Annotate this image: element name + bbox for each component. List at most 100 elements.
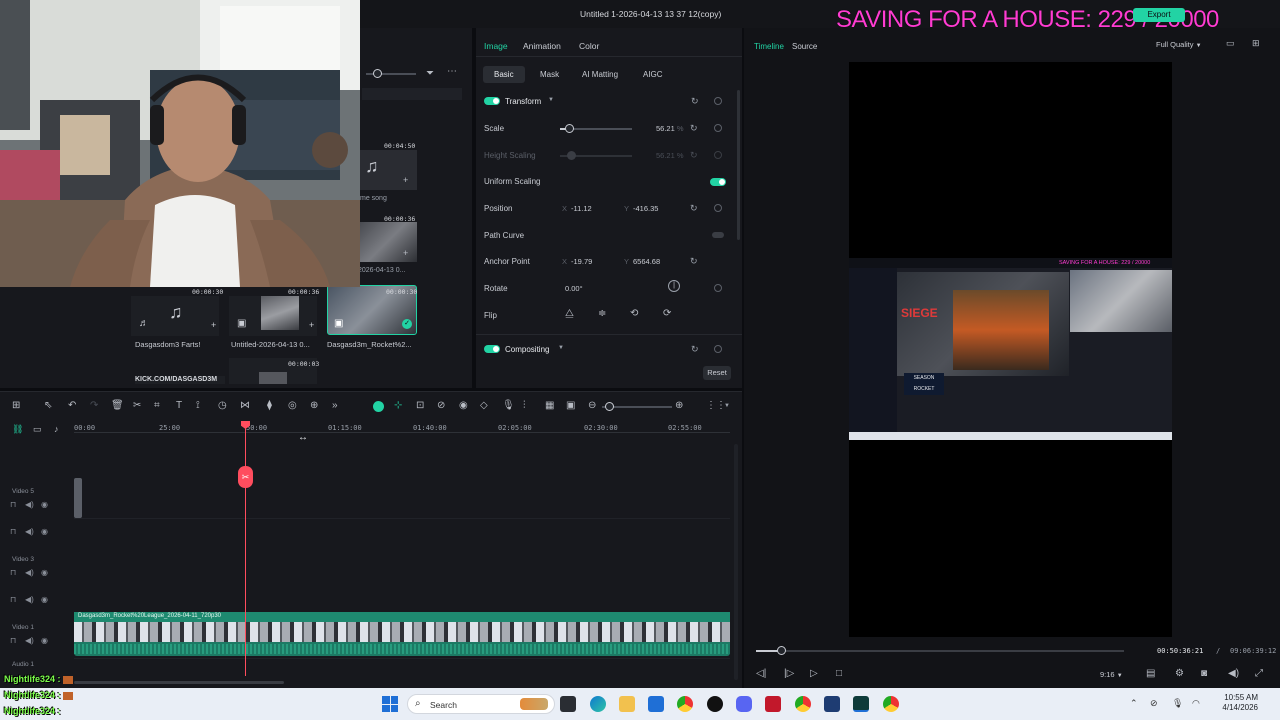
chevron-down-icon[interactable]: ▼ <box>558 345 564 351</box>
more-tools-icon[interactable]: » <box>332 400 338 411</box>
props-scrollbar[interactable] <box>737 90 740 240</box>
keyframe-tool-icon[interactable]: ⧫ <box>267 400 272 411</box>
add-track-icon[interactable]: ⛓ <box>12 424 23 435</box>
tab-animation[interactable]: Animation <box>523 41 561 51</box>
path-curve-toggle[interactable] <box>712 232 724 238</box>
eye-icon[interactable]: ◉ <box>41 595 48 604</box>
prev-frame-icon[interactable]: ◁| <box>756 668 766 679</box>
tray-chevron-icon[interactable]: ⌃ <box>1130 698 1138 709</box>
chevron-down-icon[interactable]: ▼ <box>548 97 554 103</box>
position-x-input[interactable]: X -11.12 <box>562 204 592 213</box>
reset-icon[interactable]: ↻ <box>690 204 699 213</box>
timeline-vscroll[interactable] <box>734 444 738 680</box>
transition-icon[interactable]: ⋈ <box>240 400 250 411</box>
chrome-alt-icon[interactable] <box>795 696 811 712</box>
select-tool-icon[interactable]: ⇖ <box>44 400 52 411</box>
rotate-dial-icon[interactable]: | <box>668 280 680 292</box>
chrome-profile-icon[interactable] <box>883 696 899 712</box>
video-clip[interactable]: Dasgasd3m_Rocket%20League_2026-04-11_720… <box>74 612 730 656</box>
track-manager-icon[interactable]: ▭ <box>33 424 42 435</box>
compositing-toggle[interactable] <box>484 345 500 353</box>
more-options-icon[interactable]: ⋯ <box>447 66 457 77</box>
subtab-mask[interactable]: Mask <box>540 70 559 79</box>
media-search-bar[interactable] <box>362 88 462 100</box>
reset-icon[interactable]: ↻ <box>690 257 699 266</box>
ai-tool-icon[interactable]: ◎ <box>288 400 297 411</box>
scale-slider-knob[interactable] <box>564 124 574 133</box>
app-red-icon[interactable] <box>765 696 781 712</box>
media-item-farts[interactable]: ♫ ♬ + <box>131 296 219 336</box>
mask-icon[interactable]: ◇ <box>480 400 488 411</box>
add-to-timeline-icon[interactable]: + <box>403 248 408 258</box>
media-item-untitled[interactable]: ▣ + <box>229 296 317 336</box>
next-frame-icon[interactable]: |▷ <box>784 668 794 679</box>
timeline-grid-icon[interactable]: ⋮⋮ <box>706 400 726 411</box>
play-icon[interactable]: ▷ <box>810 668 818 679</box>
mute-icon[interactable]: ◀) <box>25 527 34 536</box>
crop-icon[interactable]: ⌗ <box>154 400 160 411</box>
delete-icon[interactable]: 🗑 <box>111 400 124 411</box>
mic-tray-icon[interactable]: 🎙 <box>1172 698 1183 709</box>
zoom-slider-knob[interactable] <box>605 402 614 411</box>
reset-icon[interactable]: ↻ <box>691 97 700 106</box>
undo-icon[interactable]: ↶ <box>68 400 76 411</box>
subtab-ai-matting[interactable]: AI Matting <box>582 70 618 79</box>
stabilize-icon[interactable]: ◉ <box>459 400 468 411</box>
split-icon[interactable]: ✂ <box>133 400 141 411</box>
aspect-select[interactable]: 9:16 ▼ <box>1100 670 1123 679</box>
text-icon[interactable]: T <box>176 400 182 411</box>
task-view-icon[interactable] <box>560 696 576 712</box>
audio-track-icon[interactable]: ♪ <box>54 424 59 434</box>
keyframe-icon[interactable] <box>714 284 722 292</box>
tab-color[interactable]: Color <box>579 41 599 51</box>
add-to-timeline-icon[interactable]: + <box>309 320 314 330</box>
lock-icon[interactable]: ⊓ <box>10 568 16 577</box>
section-compositing[interactable]: Compositing <box>505 345 549 354</box>
eye-icon[interactable]: ◉ <box>41 500 48 509</box>
volume-icon[interactable]: ◀) <box>1228 668 1239 679</box>
export-button[interactable]: Export <box>1133 8 1185 22</box>
layout-icon[interactable]: ⊞ <box>12 400 20 411</box>
subtitle-icon[interactable]: ▦ <box>545 400 554 411</box>
store-icon[interactable] <box>648 696 664 712</box>
reset-icon[interactable]: ↻ <box>691 345 700 354</box>
zoom-tool-icon[interactable]: ⊕ <box>310 400 318 411</box>
settings-icon[interactable]: ⚙ <box>1175 668 1184 679</box>
add-to-timeline-icon[interactable]: + <box>211 320 216 330</box>
quality-select[interactable]: Full Quality ▼ <box>1156 40 1202 49</box>
keyframe-icon[interactable] <box>714 124 722 132</box>
tab-image[interactable]: Image <box>484 41 508 51</box>
position-y-input[interactable]: Y -416.35 <box>624 204 658 213</box>
playback-progress-knob[interactable] <box>776 646 786 655</box>
lock-icon[interactable]: ⊓ <box>10 527 16 536</box>
speed-icon[interactable]: ◷ <box>218 400 227 411</box>
mute-icon[interactable]: ◀) <box>25 636 34 645</box>
keyframe-icon[interactable] <box>714 345 722 353</box>
stop-icon[interactable]: □ <box>836 668 842 679</box>
filter-icon[interactable]: ⏷ <box>426 68 434 79</box>
zoom-out-icon[interactable]: ⊖ <box>588 400 596 411</box>
pip-icon[interactable]: ▣ <box>566 400 575 411</box>
keyframe-icon[interactable] <box>714 204 722 212</box>
discord-icon[interactable] <box>736 696 752 712</box>
flip-horizontal-icon[interactable]: ⧋ <box>565 308 574 319</box>
scale-value[interactable]: 56.21 % <box>656 124 688 133</box>
eye-icon[interactable]: ◉ <box>41 527 48 536</box>
chrome-icon[interactable] <box>677 696 693 712</box>
link-icon[interactable]: ⊡ <box>416 400 424 411</box>
playhead-line[interactable] <box>245 426 246 676</box>
lock-icon[interactable]: ⊓ <box>10 500 16 509</box>
wifi-icon[interactable]: ◠ <box>1192 698 1200 709</box>
taskbar-search[interactable]: ⌕ Search <box>407 694 555 714</box>
subtab-aigc[interactable]: AIGC <box>643 70 663 79</box>
playback-progress-track[interactable] <box>756 650 1124 652</box>
keyframe-icon[interactable] <box>714 97 722 105</box>
rotate-input[interactable]: 0.00° <box>565 284 583 293</box>
section-transform[interactable]: Transform <box>505 97 541 106</box>
explorer-icon[interactable] <box>619 696 635 712</box>
magnet-icon[interactable]: ⊹ <box>394 400 402 411</box>
app-blue-icon[interactable] <box>824 696 840 712</box>
lock-icon[interactable]: ⊓ <box>10 636 16 645</box>
transform-toggle[interactable] <box>484 97 500 105</box>
fullscreen-icon[interactable]: ⤢ <box>1255 668 1263 679</box>
